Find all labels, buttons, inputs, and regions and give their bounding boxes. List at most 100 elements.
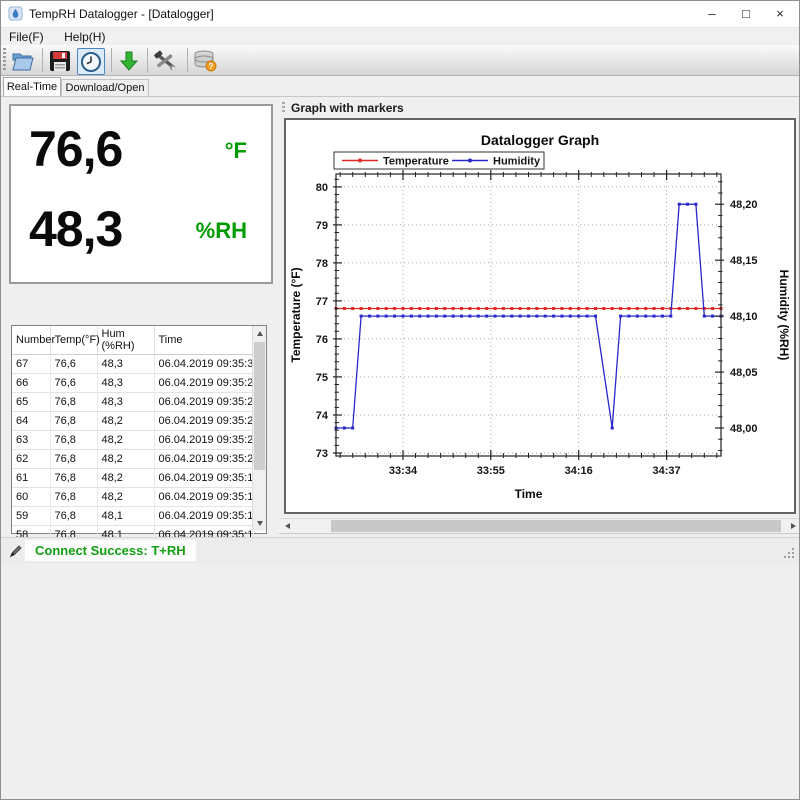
svg-text:Humidity: Humidity <box>493 156 541 168</box>
toolbar-separator <box>111 48 112 72</box>
app-logo-icon <box>8 6 23 21</box>
col-time[interactable]: Time <box>154 326 253 355</box>
svg-text:73: 73 <box>316 448 328 460</box>
scroll-left-button[interactable] <box>280 519 294 533</box>
toolbar-separator <box>187 48 188 72</box>
realtime-clock-button[interactable] <box>77 48 105 75</box>
datalog-table-body: 6776,648,306.04.2019 09:35:316676,648,30… <box>12 355 253 545</box>
table-row[interactable]: 6376,848,206.04.2019 09:35:23 <box>12 431 253 450</box>
col-number[interactable]: Number <box>12 326 50 355</box>
scrollbar-thumb[interactable] <box>254 342 265 470</box>
graph-panel-header: Graph with markers <box>282 100 404 115</box>
menu-file[interactable]: File(F) <box>1 28 52 46</box>
scroll-down-button[interactable] <box>253 516 266 531</box>
svg-text:48,15: 48,15 <box>730 255 758 267</box>
status-bar: Connect Success: T+RH <box>1 537 799 564</box>
status-message: Connect Success: T+RH <box>35 543 186 558</box>
current-readings-panel: 76,6 °F 48,3 %RH <box>9 104 273 284</box>
svg-text:33:34: 33:34 <box>389 465 418 477</box>
svg-text:Temperature (°F): Temperature (°F) <box>289 267 303 362</box>
humidity-reading-row: 48,3 %RH <box>11 200 271 280</box>
svg-text:48,10: 48,10 <box>730 311 758 323</box>
svg-text:74: 74 <box>316 410 329 422</box>
table-row[interactable]: 6276,848,206.04.2019 09:35:21 <box>12 450 253 469</box>
svg-text:34:16: 34:16 <box>565 465 593 477</box>
panel-grip-icon <box>282 102 285 114</box>
tab-strip: Real-Time Download/Open <box>1 77 799 97</box>
temperature-value: 76,6 <box>29 120 122 178</box>
table-row[interactable]: 6476,848,206.04.2019 09:35:25 <box>12 412 253 431</box>
svg-text:Datalogger Graph: Datalogger Graph <box>481 132 599 148</box>
svg-text:80: 80 <box>316 182 328 194</box>
temperature-reading-row: 76,6 °F <box>11 120 271 200</box>
triangle-down-icon <box>257 521 263 526</box>
title-bar: TempRH Datalogger - [Datalogger] – □ × <box>1 1 799 28</box>
svg-text:?: ? <box>209 62 214 71</box>
toolbar-separator <box>147 48 148 72</box>
minimize-button[interactable]: – <box>695 1 729 27</box>
datalogger-chart-svg: 33:34 33:55 34:16 34:37 73 74 75 76 77 78 79 80 48,0… <box>286 120 794 512</box>
table-row[interactable]: 6676,648,306.04.2019 09:35:29 <box>12 374 253 393</box>
table-row[interactable]: 6176,848,206.04.2019 09:35:18 <box>12 469 253 488</box>
chart-panel: 33:34 33:55 34:16 34:37 73 74 75 76 77 78 79 80 48,0… <box>284 118 796 514</box>
triangle-up-icon <box>257 331 263 336</box>
toolbar-separator <box>42 48 43 72</box>
table-row[interactable]: 6076,848,206.04.2019 09:35:16 <box>12 488 253 507</box>
toolbar-grip <box>3 48 6 72</box>
download-button[interactable] <box>116 48 142 73</box>
app-window: TempRH Datalogger - [Datalogger] – □ × F… <box>0 0 800 800</box>
chart-horizontal-scrollbar[interactable] <box>279 518 800 534</box>
svg-text:34:37: 34:37 <box>653 465 681 477</box>
hscrollbar-thumb[interactable] <box>331 520 781 532</box>
resize-grip-icon[interactable] <box>782 546 795 559</box>
svg-text:75: 75 <box>316 372 328 384</box>
col-hum[interactable]: Hum (%RH) <box>97 326 154 355</box>
svg-text:77: 77 <box>316 296 328 308</box>
toolbar: ? <box>1 45 799 76</box>
clock-icon <box>80 51 102 73</box>
svg-text:48,00: 48,00 <box>730 423 758 435</box>
scroll-up-button[interactable] <box>253 326 266 341</box>
humidity-unit: %RH <box>196 218 247 244</box>
humidity-value: 48,3 <box>29 200 122 258</box>
table-vertical-scrollbar[interactable] <box>252 326 266 531</box>
database-help-button[interactable]: ? <box>192 48 218 73</box>
status-message-chip: Connect Success: T+RH <box>25 540 196 561</box>
database-help-icon: ? <box>192 49 218 73</box>
tab-real-time[interactable]: Real-Time <box>3 77 61 96</box>
connection-pen-icon <box>9 544 23 558</box>
svg-text:79: 79 <box>316 220 328 232</box>
triangle-right-icon <box>791 523 796 529</box>
open-file-button[interactable] <box>10 48 36 73</box>
svg-text:Time: Time <box>515 487 543 501</box>
col-temp[interactable]: Temp(°F) <box>50 326 97 355</box>
svg-text:33:55: 33:55 <box>477 465 505 477</box>
datalog-table: Number Temp(°F) Hum (%RH) Time 6776,648,… <box>11 325 267 534</box>
tools-icon <box>153 50 177 72</box>
table-row[interactable]: 6776,648,306.04.2019 09:35:31 <box>12 355 253 374</box>
settings-tools-button[interactable] <box>152 48 178 73</box>
svg-text:Humidity (%RH): Humidity (%RH) <box>777 270 791 361</box>
scroll-right-button[interactable] <box>786 519 800 533</box>
svg-text:78: 78 <box>316 258 328 270</box>
close-button[interactable]: × <box>763 1 797 27</box>
svg-text:48,05: 48,05 <box>730 367 758 379</box>
svg-text:48,20: 48,20 <box>730 199 758 211</box>
svg-text:Temperature: Temperature <box>383 156 449 168</box>
menu-bar: File(F) Help(H) <box>1 28 799 45</box>
maximize-button[interactable]: □ <box>729 1 763 27</box>
menu-help[interactable]: Help(H) <box>56 28 113 46</box>
table-row[interactable]: 6576,848,306.04.2019 09:35:27 <box>12 393 253 412</box>
save-floppy-icon <box>49 50 71 72</box>
temperature-unit: °F <box>225 138 247 164</box>
download-arrow-icon <box>118 50 140 72</box>
svg-text:76: 76 <box>316 334 328 346</box>
table-row[interactable]: 5976,848,106.04.2019 09:35:14 <box>12 507 253 526</box>
open-folder-icon <box>11 50 35 72</box>
tab-download-open[interactable]: Download/Open <box>61 79 149 96</box>
window-title: TempRH Datalogger - [Datalogger] <box>29 7 214 21</box>
table-header-row: Number Temp(°F) Hum (%RH) Time <box>12 326 253 355</box>
save-button[interactable] <box>47 48 73 73</box>
graph-panel-title: Graph with markers <box>291 101 404 115</box>
triangle-left-icon <box>285 523 290 529</box>
